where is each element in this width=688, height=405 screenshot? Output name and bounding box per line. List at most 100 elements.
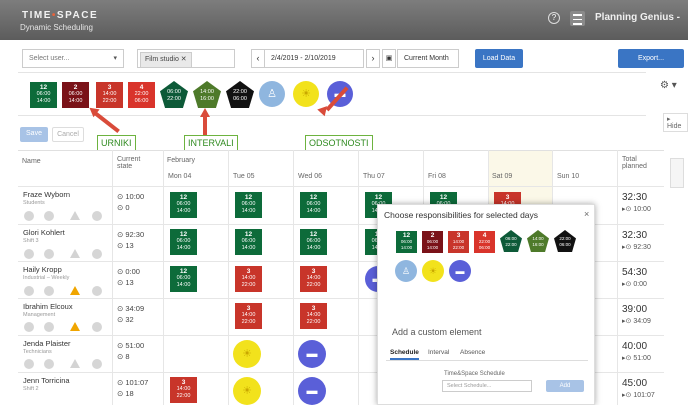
day-header[interactable]: Mon 04 [168, 173, 191, 180]
shift-card[interactable]: 3 14:00 22:00 [448, 231, 469, 253]
shift-card[interactable]: 12 06:00 14:00 [396, 231, 417, 253]
tab-absence[interactable]: Absence [460, 349, 485, 356]
day-header[interactable]: Thu 07 [363, 173, 385, 180]
day-header[interactable]: Sat 09 [492, 173, 512, 180]
next-week-button[interactable]: › [366, 49, 380, 68]
label-odsotnosti: ODSOTNOSTI [305, 135, 373, 151]
table-row[interactable]: Fraze Wyborn Students [23, 190, 70, 206]
current-state: ⊙ 34:09 ⊙ 32 [117, 304, 145, 324]
bed-icon[interactable]: ▬ [298, 340, 326, 368]
shift-card[interactable]: 2 06:00 14:00 [422, 231, 443, 253]
schedule-field-label: Time&Space Schedule [444, 371, 505, 377]
row-action-icons[interactable] [20, 211, 108, 221]
interval-card[interactable]: 14:00 16:00 [527, 230, 549, 252]
table-row[interactable]: Glori Kohlert Shift 3 [23, 228, 65, 244]
shift-card[interactable]: 2 06:00 14:00 [62, 82, 89, 108]
custom-element-heading: Add a custom element [392, 327, 482, 337]
total-planned: 32:30 ▸⊙ 92:30 [622, 230, 651, 251]
name-column-header[interactable]: Name [22, 158, 41, 165]
row-action-icons[interactable] [20, 359, 108, 369]
close-icon[interactable]: × [584, 209, 589, 219]
label-urniki: URNIKI [97, 135, 136, 151]
cancel-button[interactable]: Cancel [52, 127, 84, 142]
row-action-icons[interactable] [20, 249, 108, 259]
total-planned: 32:30 ▸⊙ 10:00 [622, 192, 651, 213]
bed-icon[interactable]: ▬ [449, 260, 471, 282]
current-state: ⊙ 51:00 ⊙ 8 [117, 341, 145, 361]
day-header[interactable]: Fri 08 [428, 173, 446, 180]
shift-cell[interactable]: 1206:0014:00 [170, 192, 197, 218]
total-planned: 45:00 ▸⊙ 101:07 [622, 378, 655, 399]
shift-card[interactable]: 3 14:00 22:00 [96, 82, 123, 108]
interval-card[interactable]: 22:00 06:00 [554, 230, 576, 252]
tab-schedule[interactable]: Schedule [390, 349, 419, 360]
sick-leave-icon[interactable]: ♙ [259, 81, 285, 107]
schedule-select[interactable]: Select Schedule... [442, 380, 532, 392]
menu-icon[interactable] [570, 11, 585, 26]
calendar-icon[interactable]: ▣ [382, 49, 396, 68]
shift-cell[interactable]: 314:0022:00 [300, 266, 327, 292]
bed-icon[interactable]: ▬ [298, 377, 326, 405]
shift-cell[interactable]: 1206:0014:00 [235, 229, 262, 255]
filter-chip[interactable]: Film studio ✕ [140, 52, 192, 68]
shift-cell[interactable]: 1206:0014:00 [300, 229, 327, 255]
shift-card[interactable]: 12 06:00 14:00 [30, 82, 57, 108]
add-button[interactable]: Add [546, 380, 584, 392]
prev-week-button[interactable]: ‹ [251, 49, 265, 68]
popup-tabs: Schedule Interval Absence [386, 346, 588, 361]
row-action-icons[interactable] [20, 286, 108, 296]
arrow-intervali [203, 115, 207, 135]
table-row[interactable]: Ibrahim Elcoux Management [23, 302, 73, 318]
row-action-icons[interactable] [20, 322, 108, 332]
table-row[interactable]: Jenn Torricina Shift 2 [23, 376, 70, 392]
vacation-sun-icon[interactable]: ☀ [293, 81, 319, 107]
tab-interval[interactable]: Interval [428, 349, 449, 356]
total-planned: 54:30 ▸⊙ 0:00 [622, 267, 648, 288]
user-select[interactable]: Select user... ▾ [22, 49, 124, 68]
total-planned: 40:00 ▸⊙ 51:00 [622, 341, 651, 362]
shift-cell[interactable]: 1206:0014:00 [170, 266, 197, 292]
shift-card[interactable]: 4 22:00 06:00 [474, 231, 495, 253]
vacation-sun-icon[interactable]: ☀ [233, 377, 261, 405]
shift-cell[interactable]: 1206:0014:00 [170, 229, 197, 255]
logo: TIME•SPACE [22, 10, 99, 21]
hide-panel-button[interactable]: ▸ Hide [663, 113, 688, 132]
vacation-sun-icon[interactable]: ☀ [422, 260, 444, 282]
day-header[interactable]: Tue 05 [233, 173, 255, 180]
app-title[interactable]: Planning Genius - [595, 12, 680, 23]
shift-card[interactable]: 4 22:00 06:00 [128, 82, 155, 108]
sick-leave-icon[interactable]: ♙ [395, 260, 417, 282]
shift-cell[interactable]: 314:0022:00 [170, 377, 197, 403]
day-header[interactable]: Wed 06 [298, 173, 322, 180]
label-intervali: INTERVALI [184, 135, 238, 151]
responsibilities-popup: Choose responsibilities for selected day… [377, 204, 595, 405]
total-column-header[interactable]: Total planned [622, 156, 658, 170]
settings-gear-icon[interactable]: ⚙ ▾ [660, 80, 677, 91]
shift-cell[interactable]: 314:0022:00 [235, 266, 262, 292]
export-button[interactable]: Export... [618, 49, 684, 68]
month-header: February [167, 157, 196, 164]
day-header[interactable]: Sun 10 [557, 173, 579, 180]
current-state: ⊙ 10:00 ⊙ 0 [117, 192, 145, 212]
vacation-sun-icon[interactable]: ☀ [233, 340, 261, 368]
load-data-button[interactable]: Load Data [475, 49, 523, 68]
help-icon[interactable]: ? [548, 12, 560, 24]
current-state: ⊙ 0:00 ⊙ 13 [117, 267, 140, 287]
shift-cell[interactable]: 1206:0014:00 [235, 192, 262, 218]
shift-cell[interactable]: 314:0022:00 [300, 303, 327, 329]
table-row[interactable]: Jenda Plaister Technicians [23, 339, 71, 355]
arrow-head-icon [200, 108, 210, 117]
current-state: ⊙ 92:30 ⊙ 13 [117, 230, 145, 250]
chip-close-icon[interactable]: ✕ [181, 56, 187, 63]
side-panel-toggle[interactable] [670, 158, 684, 188]
popup-title: Choose responsibilities for selected day… [384, 210, 539, 220]
state-column-header[interactable]: Current state [117, 156, 157, 170]
current-month-button[interactable]: Current Month [397, 49, 459, 68]
shift-cell[interactable]: 1206:0014:00 [300, 192, 327, 218]
interval-card[interactable]: 06:00 22:00 [500, 230, 522, 252]
top-bar: TIME•SPACE Dynamic Scheduling ? Planning… [0, 0, 688, 40]
save-button[interactable]: Save [20, 127, 48, 142]
table-row[interactable]: Haily Kropp Industrial – Weekly [23, 265, 69, 281]
date-range[interactable]: 2/4/2019 - 2/10/2019 [264, 49, 364, 68]
shift-cell[interactable]: 314:0022:00 [235, 303, 262, 329]
